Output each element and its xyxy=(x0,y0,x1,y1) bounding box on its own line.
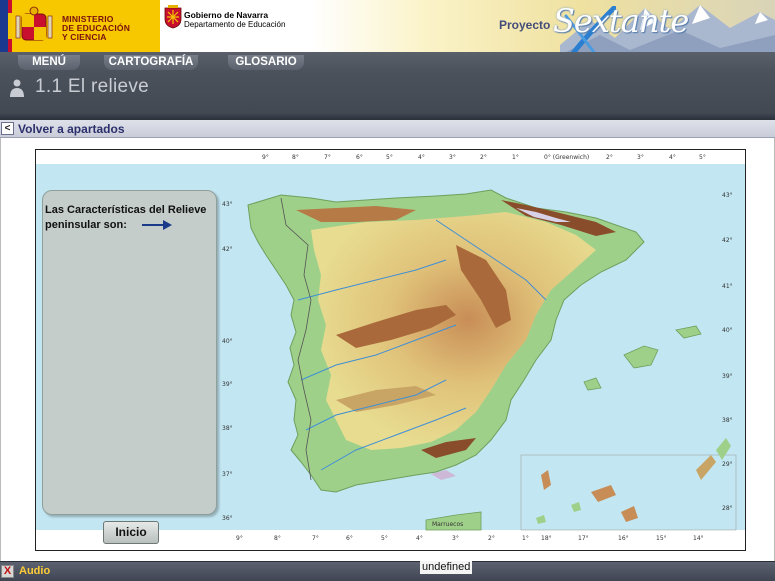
top-label: 5° xyxy=(386,154,393,161)
back-arrow-icon[interactable]: < xyxy=(1,122,14,135)
ministry-line-3: Y CIENCIA xyxy=(62,32,107,42)
top-graticule-labels: 9° 8° 7° 6° 5° 4° 3° 2° 1° 0° (Greenwich… xyxy=(262,154,706,161)
bottom-label: 14° xyxy=(693,535,704,542)
left-label: 38° xyxy=(222,425,233,432)
status-text: undefined xyxy=(420,561,473,574)
top-label: 3° xyxy=(449,154,456,161)
navarra-shield-icon xyxy=(164,5,182,29)
info-panel xyxy=(42,190,217,515)
left-label: 43° xyxy=(222,201,233,208)
tab-menu[interactable]: MENÚ xyxy=(18,55,80,70)
bottom-label: 7° xyxy=(312,535,319,542)
bottom-label: 2° xyxy=(488,535,495,542)
bottom-label: 18° xyxy=(541,535,552,542)
top-label: 1° xyxy=(512,154,519,161)
ministry-name: MINISTERIO DE EDUCACIÓN Y CIENCIA xyxy=(62,15,130,42)
page-title: 1.1 El relieve xyxy=(35,76,150,97)
top-label: 4° xyxy=(418,154,425,161)
bottom-label: 17° xyxy=(578,535,589,542)
arrow-right-icon xyxy=(142,220,172,230)
bottom-label: 1° xyxy=(522,535,529,542)
right-label: 28° xyxy=(722,505,733,512)
bottom-label: 4° xyxy=(416,535,423,542)
bottom-label: 3° xyxy=(452,535,459,542)
info-panel-text: Las Características del Relieve peninsul… xyxy=(45,204,207,231)
bottom-label: 16° xyxy=(618,535,629,542)
person-icon xyxy=(10,79,24,97)
right-label: 43° xyxy=(722,192,733,199)
top-label: 9° xyxy=(262,154,269,161)
right-label: 41° xyxy=(722,283,733,290)
right-label: 29° xyxy=(722,461,733,468)
left-label: 36° xyxy=(222,515,233,522)
bottom-label: 9° xyxy=(236,535,243,542)
top-label: 2° xyxy=(480,154,487,161)
left-label: 40° xyxy=(222,338,233,345)
left-label: 42° xyxy=(222,246,233,253)
navarra-subtitle: Departamento de Educación xyxy=(184,20,286,29)
right-label: 39° xyxy=(722,373,733,380)
right-label: 38° xyxy=(722,417,733,424)
top-label: 2° xyxy=(606,154,613,161)
top-label: 8° xyxy=(292,154,299,161)
close-audio-icon[interactable]: X xyxy=(1,565,14,578)
footer-bar xyxy=(0,561,775,581)
left-label: 37° xyxy=(222,471,233,478)
bottom-label: 8° xyxy=(274,535,281,542)
top-label: 6° xyxy=(356,154,363,161)
eu-flag-strip xyxy=(0,0,8,52)
right-label: 42° xyxy=(722,237,733,244)
top-label: 3° xyxy=(637,154,644,161)
header-banner: MINISTERIO DE EDUCACIÓN Y CIENCIA Gobier… xyxy=(0,0,775,52)
proyecto-label: Proyecto xyxy=(499,18,551,32)
bottom-label: 5° xyxy=(381,535,388,542)
right-label: 40° xyxy=(722,327,733,334)
spain-coat-of-arms-icon xyxy=(15,6,53,41)
audio-toggle[interactable]: Audio xyxy=(19,565,50,577)
tab-glosario[interactable]: GLOSARIO xyxy=(228,55,304,70)
marruecos-label: Marruecos xyxy=(432,521,463,528)
top-label: 7° xyxy=(324,154,331,161)
top-label: 5° xyxy=(699,154,706,161)
sextante-logo: Sextante xyxy=(553,2,689,40)
bottom-label: 15° xyxy=(656,535,667,542)
back-to-sections-link[interactable]: Volver a apartados xyxy=(18,122,125,136)
top-label: 4° xyxy=(669,154,676,161)
inicio-button[interactable]: Inicio xyxy=(103,521,159,544)
navarra-title: Gobierno de Navarra xyxy=(184,10,269,20)
left-label: 39° xyxy=(222,381,233,388)
top-label: 0° (Greenwich) xyxy=(544,154,589,161)
bottom-label: 6° xyxy=(346,535,353,542)
tab-cartografia[interactable]: CARTOGRAFÍA xyxy=(104,55,198,70)
